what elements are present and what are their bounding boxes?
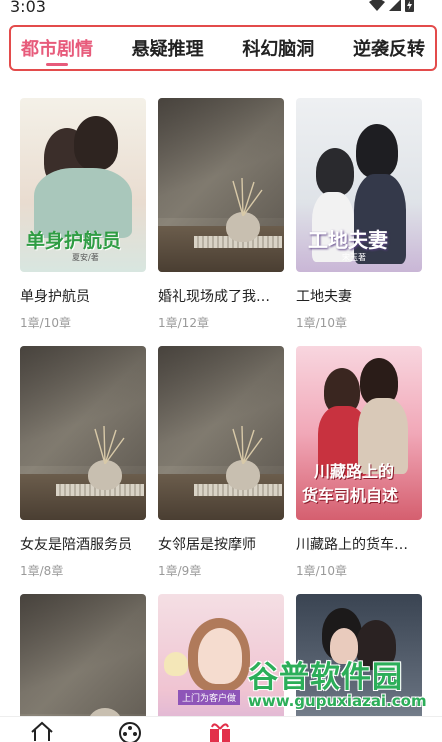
home-icon — [31, 721, 53, 741]
nav-video[interactable] — [118, 721, 142, 742]
film-reel-icon — [119, 722, 141, 742]
book-card[interactable]: 川藏路上的 货车司机自述 川藏路上的货车… 1章/10章 — [296, 346, 422, 579]
tab-urban-drama[interactable]: 都市剧情 — [21, 25, 93, 71]
wifi-icon — [369, 0, 385, 11]
book-cover[interactable]: 川藏路上的 货车司机自述 — [296, 346, 422, 520]
tab-comeback[interactable]: 逆袭反转 — [353, 25, 425, 71]
book-card[interactable]: 工地夫妻 宋玉著 工地夫妻 1章/10章 — [296, 98, 422, 331]
book-chapters: 1章/10章 — [296, 316, 347, 330]
watermark: 谷普软件园 www.gupuxiazai.com — [248, 652, 442, 716]
tab-suspense[interactable]: 悬疑推理 — [132, 25, 204, 71]
book-cover[interactable] — [20, 346, 146, 520]
book-card[interactable]: 单身护航员 夏安/著 单身护航员 1章/10章 — [20, 98, 146, 331]
cover-title-text: 工地夫妻 — [308, 228, 388, 252]
book-title[interactable]: 单身护航员 — [20, 286, 146, 306]
book-title[interactable]: 工地夫妻 — [296, 286, 422, 306]
cover-title-line1: 川藏路上的 — [314, 462, 395, 481]
nav-home[interactable] — [30, 721, 54, 742]
book-cover[interactable] — [158, 346, 284, 520]
book-title[interactable]: 川藏路上的货车… — [296, 534, 422, 554]
book-card[interactable]: 女邻居是按摩师 1章/9章 — [158, 346, 284, 579]
book-card[interactable]: 女友是陪酒服务员 1章/8章 — [20, 346, 146, 579]
watermark-text: 谷普软件园 — [248, 660, 403, 695]
book-chapters: 1章/10章 — [296, 564, 347, 578]
gift-icon — [210, 723, 230, 742]
book-cover[interactable]: 单身护航员 夏安/著 — [20, 98, 146, 272]
status-bar: 3:03 — [0, 0, 442, 22]
book-chapters: 1章/9章 — [158, 564, 202, 578]
battery-icon — [405, 0, 414, 12]
book-title[interactable]: 婚礼现场成了我… — [158, 286, 284, 306]
cover-author-text: 宋玉著 — [342, 253, 366, 262]
book-cover[interactable]: 工地夫妻 宋玉著 — [296, 98, 422, 272]
signal-icon — [389, 0, 401, 11]
status-time: 3:03 — [10, 0, 46, 16]
book-chapters: 1章/8章 — [20, 564, 64, 578]
status-icons — [369, 0, 414, 12]
cover-title-line2: 货车司机自述 — [302, 486, 399, 505]
book-chapters: 1章/12章 — [158, 316, 209, 330]
tab-scifi[interactable]: 科幻脑洞 — [242, 25, 314, 71]
book-title[interactable]: 女友是陪酒服务员 — [20, 534, 146, 554]
book-chapters: 1章/10章 — [20, 316, 71, 330]
watermark-url: www.gupuxiazai.com — [248, 692, 427, 710]
cover-author-text: 夏安/著 — [72, 253, 99, 262]
nav-gift[interactable] — [208, 721, 232, 742]
category-tabs: 都市剧情 悬疑推理 科幻脑洞 逆袭反转 — [9, 25, 437, 71]
book-card[interactable]: 婚礼现场成了我… 1章/12章 — [158, 98, 284, 331]
cover-title-text: 上门为客户做 — [178, 690, 241, 705]
book-title[interactable]: 女邻居是按摩师 — [158, 534, 284, 554]
bottom-nav — [0, 716, 442, 742]
cover-title-text: 单身护航员 — [26, 230, 122, 252]
book-cover[interactable] — [158, 98, 284, 272]
